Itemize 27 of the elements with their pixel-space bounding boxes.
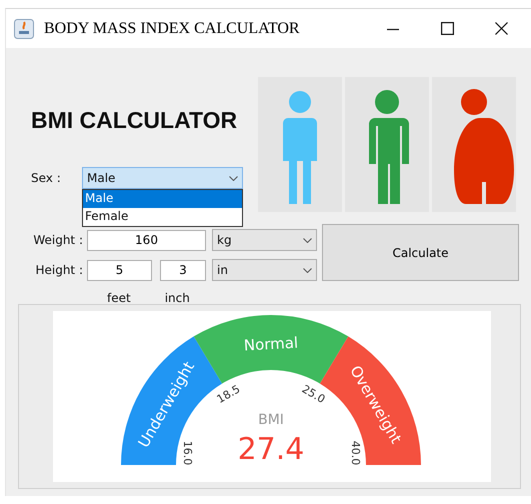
gauge-caption: BMI [258, 412, 284, 428]
dropdown-option[interactable]: Male [83, 190, 242, 208]
app-icon [14, 18, 34, 38]
calculate-button[interactable]: Calculate [322, 224, 519, 281]
height-label: Height : [34, 262, 83, 279]
caret-icon [303, 238, 312, 242]
sex-label: Sex : [31, 170, 62, 187]
inch-caption: inch [164, 290, 190, 307]
close-icon [494, 22, 508, 35]
sex-dropdown[interactable]: Male [82, 167, 243, 189]
segment-label: Normal [243, 334, 299, 355]
tick-label: 18.5 [214, 382, 242, 406]
weight-label: Weight : [32, 232, 83, 249]
bmi-value: 27.4 [238, 432, 304, 467]
app-heading: BMI CALCULATOR [31, 109, 238, 132]
dropdown-option[interactable]: Female [83, 208, 242, 226]
tick-label: 25.0 [300, 382, 328, 406]
feet-caption: feet [107, 290, 131, 307]
feet-field[interactable]: 5 [87, 260, 152, 280]
window-title: BODY MASS INDEX CALCULATOR [44, 18, 300, 38]
inch-field[interactable]: 3 [160, 260, 206, 280]
maximize-icon [440, 22, 454, 35]
weight-unit-dropdown[interactable]: kg [212, 229, 317, 251]
weight-field[interactable]: 160 [87, 230, 206, 250]
height-unit-dropdown[interactable]: in [212, 259, 317, 281]
caret-icon [229, 176, 238, 180]
caret-icon [303, 268, 312, 272]
